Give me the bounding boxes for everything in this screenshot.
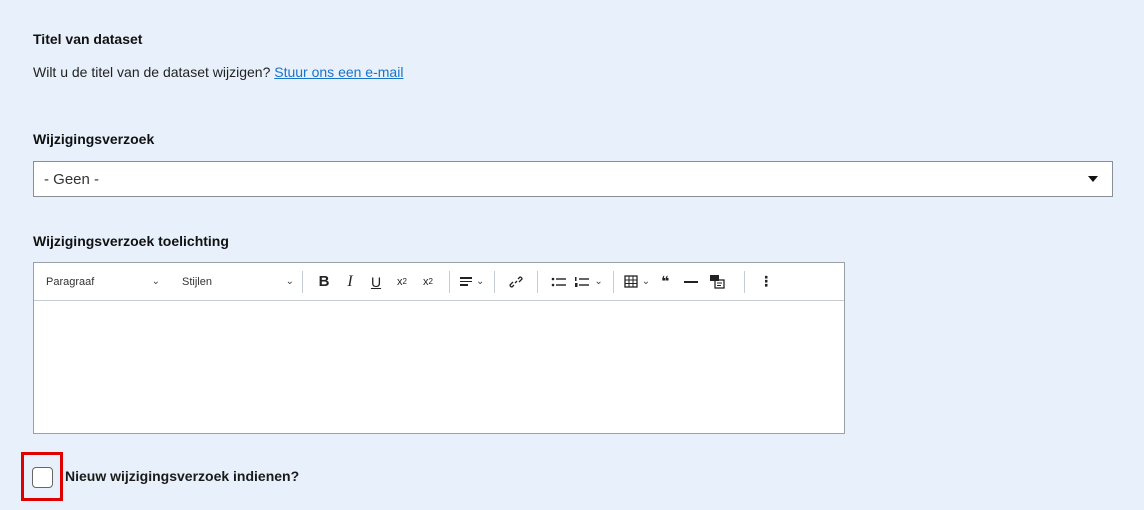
paragraph-dropdown[interactable]: Paragraaf ⌄ (46, 276, 160, 288)
chevron-down-icon: ⌄ (151, 276, 160, 287)
paste-icon (710, 275, 725, 289)
horizontal-line-icon (684, 280, 699, 283)
superscript-button[interactable]: x2 (391, 270, 413, 294)
caret-down-icon (1088, 176, 1098, 182)
align-dropdown[interactable]: ⌄ (460, 270, 484, 294)
dataset-title-help: Wilt u de titel van de dataset wijzigen?… (33, 64, 403, 80)
paragraph-label: Paragraaf (46, 275, 95, 288)
subscript-mark: 2 (428, 277, 433, 286)
toolbar-separator (494, 270, 496, 293)
underline-button[interactable]: U (365, 270, 387, 294)
toolbar-separator (744, 270, 746, 293)
chevron-down-icon: ⌄ (641, 276, 651, 287)
dataset-title-heading: Titel van dataset (33, 31, 143, 47)
bold-button[interactable]: B (313, 270, 335, 294)
editor-toolbar: Paragraaf ⌄ Stijlen ⌄ B I U x2 x2 ⌄ ⌄ ⌄ … (34, 263, 844, 301)
paste-from-office-button[interactable] (706, 270, 728, 294)
link-icon (509, 275, 524, 288)
table-dropdown[interactable]: ⌄ (624, 270, 650, 294)
editor-content-area[interactable] (34, 301, 844, 433)
change-request-label: Wijzigingsverzoek (33, 131, 155, 147)
table-icon (624, 275, 638, 288)
horizontal-line-button[interactable] (680, 270, 702, 294)
subscript-button[interactable]: x2 (417, 270, 439, 294)
checkbox-highlight (21, 452, 63, 501)
toolbar-separator (537, 270, 539, 293)
explanation-label: Wijzigingsverzoek toelichting (33, 233, 229, 249)
new-request-label: Nieuw wijzigingsverzoek indienen? (65, 468, 300, 484)
link-button[interactable] (505, 270, 527, 294)
quote-button[interactable]: ❝ (654, 270, 676, 294)
bulleted-list-button[interactable] (548, 270, 570, 294)
toolbar-separator (302, 270, 303, 293)
chevron-down-icon: ⌄ (476, 276, 485, 287)
toolbar-separator (612, 270, 614, 293)
new-request-checkbox[interactable] (32, 467, 53, 488)
italic-button[interactable]: I (339, 270, 361, 294)
chevron-down-icon: ⌄ (594, 276, 603, 287)
email-link[interactable]: Stuur ons een e-mail (274, 64, 403, 80)
styles-label: Stijlen (182, 275, 212, 288)
superscript-mark: 2 (402, 277, 407, 286)
select-value: - Geen - (44, 170, 100, 188)
more-options-button[interactable]: ⋮ (755, 270, 777, 294)
chevron-down-icon: ⌄ (285, 276, 294, 287)
align-left-icon (460, 275, 472, 288)
numbered-list-dropdown[interactable]: ⌄ (574, 270, 603, 294)
numbered-list-icon (575, 276, 590, 287)
styles-dropdown[interactable]: Stijlen ⌄ (182, 276, 294, 288)
rich-text-editor: Paragraaf ⌄ Stijlen ⌄ B I U x2 x2 ⌄ ⌄ ⌄ … (33, 262, 845, 434)
toolbar-separator (449, 270, 450, 293)
help-text: Wilt u de titel van de dataset wijzigen? (33, 64, 271, 80)
change-request-select[interactable]: - Geen - (33, 161, 1113, 197)
bulleted-list-icon (552, 277, 567, 286)
